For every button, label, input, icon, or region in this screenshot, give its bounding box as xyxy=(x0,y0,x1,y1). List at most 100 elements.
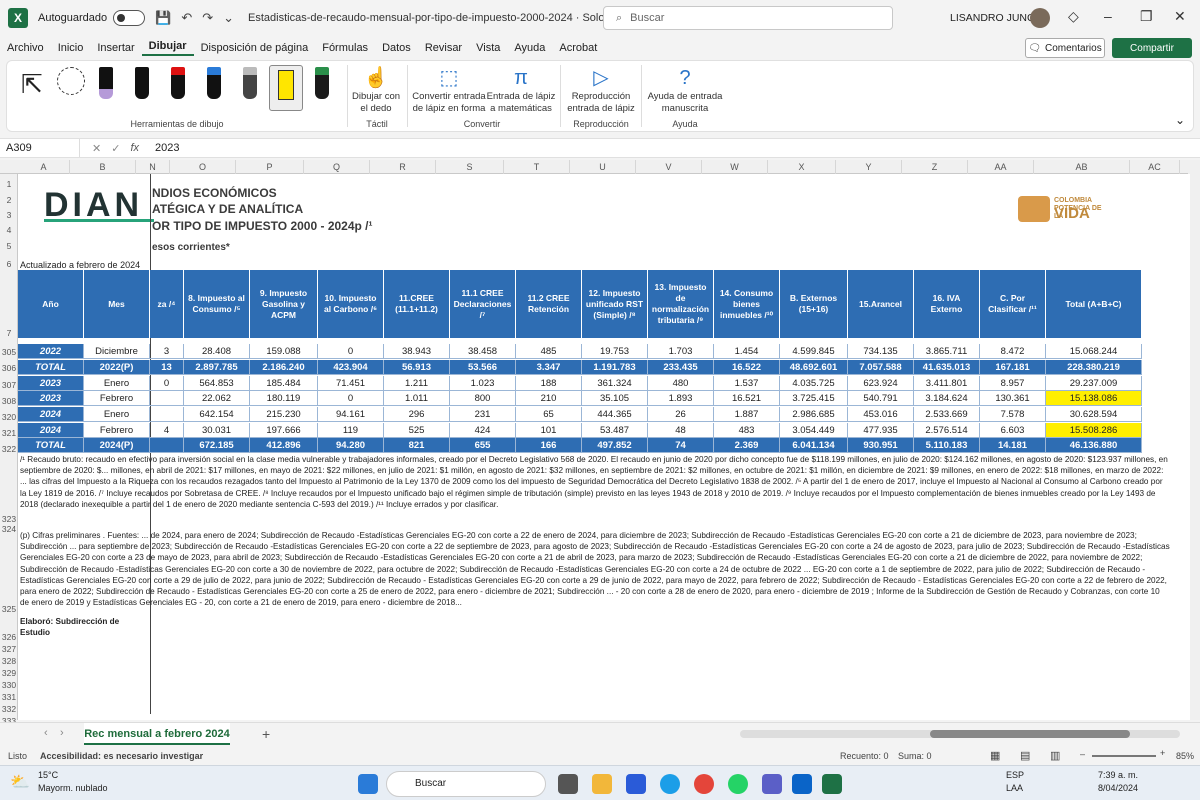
table-cell[interactable]: 483 xyxy=(714,423,780,438)
table-cell[interactable]: 2023 xyxy=(18,376,84,391)
column-header[interactable]: AA xyxy=(968,160,1034,174)
table-cell[interactable]: 2.369 xyxy=(714,438,780,453)
table-cell[interactable]: 46.136.880 xyxy=(1046,438,1142,453)
file-name[interactable]: Estadisticas-de-recaudo-mensual-por-tipo… xyxy=(248,12,631,24)
teams-icon[interactable] xyxy=(762,774,782,794)
pen-black-lavender-icon[interactable] xyxy=(99,67,113,99)
table-cell[interactable]: 29.237.009 xyxy=(1046,376,1142,391)
row-header[interactable]: 4 xyxy=(0,225,18,235)
table-cell[interactable]: 197.666 xyxy=(250,423,318,438)
table-cell[interactable]: 7.057.588 xyxy=(848,360,914,375)
table-cell[interactable]: Diciembre xyxy=(84,344,150,359)
table-cell[interactable]: 6.041.134 xyxy=(780,438,848,453)
column-header[interactable]: Z xyxy=(902,160,968,174)
table-cell[interactable]: 4.599.845 xyxy=(780,344,848,359)
column-header[interactable]: AB xyxy=(1034,160,1130,174)
autosave-toggle[interactable] xyxy=(113,10,146,26)
column-header[interactable]: P xyxy=(236,160,304,174)
table-cell[interactable]: 361.324 xyxy=(582,376,648,391)
table-cell[interactable]: 22.062 xyxy=(184,391,250,406)
row-header[interactable]: 320 xyxy=(0,412,18,422)
table-cell[interactable]: 540.791 xyxy=(848,391,914,406)
row-header[interactable]: 307 xyxy=(0,380,18,390)
store-icon[interactable] xyxy=(626,774,646,794)
menu-item[interactable]: Fórmulas xyxy=(315,42,375,54)
column-header[interactable]: A xyxy=(18,160,70,174)
weather-icon[interactable]: ⛅ xyxy=(10,772,30,792)
table-cell[interactable]: 26 xyxy=(648,407,714,422)
row-header[interactable]: 7 xyxy=(0,328,18,338)
table-cell[interactable]: 4 xyxy=(150,423,184,438)
table-cell[interactable]: 0 xyxy=(318,344,384,359)
table-cell[interactable]: 1.211 xyxy=(384,376,450,391)
table-cell[interactable]: TOTAL xyxy=(18,438,84,453)
menu-item[interactable]: Vista xyxy=(469,42,507,54)
sheet-area[interactable]: DIAN NDIOS ECONÓMICOS ATÉGICA Y DE ANALÍ… xyxy=(18,174,1190,720)
lasso-icon[interactable] xyxy=(57,67,85,95)
add-sheet-icon[interactable]: + xyxy=(262,726,270,742)
file-explorer-icon[interactable] xyxy=(592,774,612,794)
table-cell[interactable]: 477.935 xyxy=(848,423,914,438)
menu-item[interactable]: Datos xyxy=(375,42,418,54)
formula-input[interactable]: 2023 xyxy=(155,142,179,154)
table-cell[interactable]: 16.521 xyxy=(714,391,780,406)
zoom-out-icon[interactable]: – xyxy=(1080,749,1085,759)
table-cell[interactable]: 3.411.801 xyxy=(914,376,980,391)
table-cell[interactable]: 821 xyxy=(384,438,450,453)
table-cell[interactable]: 2.533.669 xyxy=(914,407,980,422)
row-header[interactable]: 305 xyxy=(0,347,18,357)
table-cell[interactable]: 65 xyxy=(516,407,582,422)
customize-icon[interactable]: ⌄ xyxy=(223,10,234,26)
table-cell[interactable]: 2022 xyxy=(18,344,84,359)
row-header[interactable]: 322 xyxy=(0,444,18,454)
table-cell[interactable]: 94.280 xyxy=(318,438,384,453)
column-header[interactable]: U xyxy=(570,160,636,174)
table-cell[interactable]: 1.887 xyxy=(714,407,780,422)
table-cell[interactable]: 2024 xyxy=(18,423,84,438)
table-cell[interactable]: 0 xyxy=(150,376,184,391)
column-header[interactable]: S xyxy=(436,160,504,174)
table-cell[interactable] xyxy=(150,407,184,422)
row-header[interactable]: 332 xyxy=(0,704,18,714)
column-header[interactable]: Q xyxy=(304,160,370,174)
table-cell[interactable]: 2024 xyxy=(18,407,84,422)
menu-item[interactable]: Dibujar xyxy=(141,40,194,56)
menu-item[interactable]: Disposición de página xyxy=(194,42,316,54)
table-cell[interactable]: 233.435 xyxy=(648,360,714,375)
table-cell[interactable] xyxy=(150,438,184,453)
table-cell[interactable]: 930.951 xyxy=(848,438,914,453)
zoom-level[interactable]: 85% xyxy=(1176,751,1194,761)
collapse-ribbon-icon[interactable]: ⌄ xyxy=(1175,113,1185,127)
enter-icon[interactable]: ✓ xyxy=(111,142,120,155)
outlook-icon[interactable] xyxy=(792,774,812,794)
row-header[interactable]: 5 xyxy=(0,241,18,251)
table-cell[interactable]: 53.487 xyxy=(582,423,648,438)
table-cell[interactable]: 444.365 xyxy=(582,407,648,422)
table-cell[interactable]: 48.692.601 xyxy=(780,360,848,375)
search-input[interactable]: ⌕ Buscar xyxy=(603,6,893,30)
table-cell[interactable]: 74 xyxy=(648,438,714,453)
pencil-gray-icon[interactable] xyxy=(243,67,257,99)
menu-item[interactable]: Inicio xyxy=(51,42,91,54)
sheet-tab-active[interactable]: Rec mensual a febrero 2024 xyxy=(84,723,230,745)
table-cell[interactable]: 2.986.685 xyxy=(780,407,848,422)
table-cell[interactable]: 215.230 xyxy=(250,407,318,422)
row-header[interactable]: 6 xyxy=(0,259,18,269)
table-cell[interactable]: 231 xyxy=(450,407,516,422)
table-cell[interactable]: 5.110.183 xyxy=(914,438,980,453)
table-cell[interactable]: 13 xyxy=(150,360,184,375)
horizontal-scrollbar[interactable] xyxy=(740,730,1180,738)
row-header[interactable]: 3 xyxy=(0,210,18,220)
table-cell[interactable]: 497.852 xyxy=(582,438,648,453)
table-cell[interactable]: 623.924 xyxy=(848,376,914,391)
table-cell[interactable]: 734.135 xyxy=(848,344,914,359)
table-cell[interactable]: 1.537 xyxy=(714,376,780,391)
select-cursor-icon[interactable]: ⇱ xyxy=(21,69,43,100)
table-cell[interactable]: 525 xyxy=(384,423,450,438)
table-cell[interactable]: 423.904 xyxy=(318,360,384,375)
chrome-icon[interactable] xyxy=(694,774,714,794)
table-cell[interactable]: 480 xyxy=(648,376,714,391)
zoom-slider[interactable] xyxy=(1092,755,1156,757)
minimize-icon[interactable]: – xyxy=(1104,8,1112,24)
table-cell[interactable]: 1.893 xyxy=(648,391,714,406)
